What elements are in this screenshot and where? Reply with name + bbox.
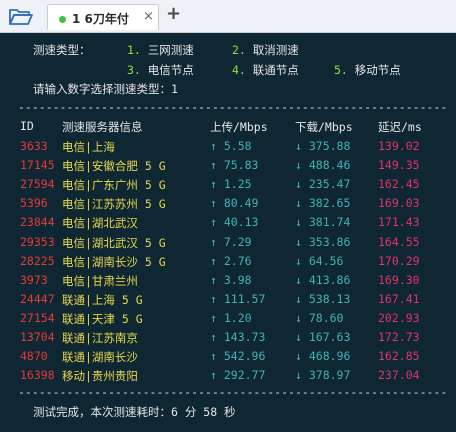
cell-download: ↓ 375.88 xyxy=(295,139,351,153)
cell-id: 29353 xyxy=(20,234,55,249)
cell-server: 联通|江苏南京 xyxy=(62,331,138,345)
cell-download: ↓ 413.86 xyxy=(295,272,351,287)
cell-latency: 170.29 xyxy=(378,253,420,268)
folder-open-icon[interactable] xyxy=(8,7,34,27)
header-id: ID xyxy=(20,119,34,133)
cell-download: ↓ 167.63 xyxy=(295,330,351,344)
cell-download: ↓ 538.13 xyxy=(295,291,351,306)
close-icon[interactable]: × xyxy=(143,9,154,24)
cell-latency: 139.02 xyxy=(378,139,420,153)
cell-upload: ↑ 7.29 xyxy=(210,234,252,249)
cell-upload: ↑ 1.20 xyxy=(210,310,252,325)
cell-server: 联通|天津 5 G xyxy=(62,311,143,326)
cell-server: 联通|湖南长沙 xyxy=(62,350,138,365)
menu-option-4: 4. 联通节点 xyxy=(232,63,299,77)
cell-upload: ↑ 40.13 xyxy=(210,215,259,230)
cell-upload: ↑ 2.76 xyxy=(210,253,252,268)
cell-server: 电信|甘肃兰州 xyxy=(62,273,138,288)
cell-id: 17145 xyxy=(20,158,55,173)
cell-server: 电信|安徽合肥 5 G xyxy=(62,159,166,174)
cell-id: 3633 xyxy=(20,139,48,153)
add-tab-icon[interactable]: + xyxy=(166,3,181,24)
cell-download: ↓ 468.96 xyxy=(295,349,351,364)
cell-id: 3973 xyxy=(20,272,48,287)
cell-server: 联通|上海 5 G xyxy=(62,292,143,307)
cell-id: 27594 xyxy=(20,177,55,192)
cell-latency: 162.45 xyxy=(378,177,420,192)
connected-status-icon xyxy=(59,16,66,23)
terminal-output[interactable]: 测速类型： 1. 三网测速 2. 取消测速 3. 电信节点 4. 联通节点 5.… xyxy=(0,33,456,432)
input-prompt: 请输入数字选择测速类型：1 xyxy=(33,82,178,96)
cell-download: ↓ 378.97 xyxy=(295,368,351,383)
menu-option-1: 1. 三网测速 xyxy=(127,43,194,57)
cell-latency: 172.73 xyxy=(378,330,420,344)
menu-label: 测速类型： xyxy=(33,43,91,57)
cell-server: 电信|湖南长沙 5 G xyxy=(62,254,166,269)
cell-id: 5396 xyxy=(20,196,48,211)
header-download: 下载/Mbps xyxy=(295,120,353,134)
cell-latency: 162.85 xyxy=(378,349,420,364)
cell-server: 电信|湖北武汉 5 G xyxy=(62,235,166,250)
menu-option-2: 2. 取消测速 xyxy=(232,43,299,57)
cell-latency: 202.93 xyxy=(378,310,420,325)
cell-id: 23844 xyxy=(20,215,55,230)
cell-download: ↓ 381.74 xyxy=(295,215,351,230)
cell-latency: 169.30 xyxy=(378,272,420,287)
cell-latency: 237.04 xyxy=(378,368,420,383)
cell-upload: ↑ 143.73 xyxy=(210,330,266,344)
cell-server: 电信|上海 xyxy=(62,140,115,154)
cell-latency: 164.55 xyxy=(378,234,420,249)
header-latency: 延迟/ms xyxy=(378,120,422,134)
menu-option-3: 3. 电信节点 xyxy=(127,63,194,77)
cell-server: 电信|湖北武汉 xyxy=(62,216,138,231)
completion-message: 测试完成，本次测速耗时：6 分 58 秒 xyxy=(33,405,236,419)
cell-id: 13704 xyxy=(20,330,55,344)
cell-id: 27154 xyxy=(20,310,55,325)
cell-server: 电信|广东广州 5 G xyxy=(62,178,166,193)
cell-server: 电信|江苏苏州 5 G xyxy=(62,197,166,212)
tab-title: 1 6刀年付 xyxy=(72,12,129,26)
cell-upload: ↑ 80.49 xyxy=(210,196,259,211)
separator-top: ----------------------------------------… xyxy=(18,100,448,114)
cell-id: 16398 xyxy=(20,368,55,383)
cell-id: 4870 xyxy=(20,349,48,364)
tab-bar: 1 6刀年付 × + xyxy=(0,0,456,33)
cell-id: 28225 xyxy=(20,253,55,268)
header-upload: 上传/Mbps xyxy=(210,120,268,134)
cell-latency: 171.43 xyxy=(378,215,420,230)
cell-download: ↓ 382.65 xyxy=(295,196,351,211)
cell-upload: ↑ 111.57 xyxy=(210,291,266,306)
tab-session[interactable]: 1 6刀年付 × xyxy=(47,4,159,30)
cell-download: ↓ 78.60 xyxy=(295,310,344,325)
cell-upload: ↑ 542.96 xyxy=(210,349,266,364)
cell-upload: ↑ 75.83 xyxy=(210,158,259,173)
cell-upload: ↑ 1.25 xyxy=(210,177,252,192)
menu-option-5: 5. 移动节点 xyxy=(334,63,401,77)
header-server: 测速服务器信息 xyxy=(62,120,143,134)
cell-download: ↓ 235.47 xyxy=(295,177,351,192)
cell-download: ↓ 488.46 xyxy=(295,158,351,173)
cell-upload: ↑ 292.77 xyxy=(210,368,266,383)
cell-upload: ↑ 3.98 xyxy=(210,272,252,287)
cell-latency: 149.35 xyxy=(378,158,420,173)
cell-download: ↓ 64.56 xyxy=(295,253,344,268)
cell-latency: 167.41 xyxy=(378,291,420,306)
cell-download: ↓ 353.86 xyxy=(295,234,351,249)
cell-id: 24447 xyxy=(20,291,55,306)
separator-bottom: ----------------------------------------… xyxy=(18,385,448,399)
cell-upload: ↑ 5.58 xyxy=(210,139,252,153)
cell-server: 移动|贵州贵阳 xyxy=(62,369,138,384)
cell-latency: 169.03 xyxy=(378,196,420,211)
